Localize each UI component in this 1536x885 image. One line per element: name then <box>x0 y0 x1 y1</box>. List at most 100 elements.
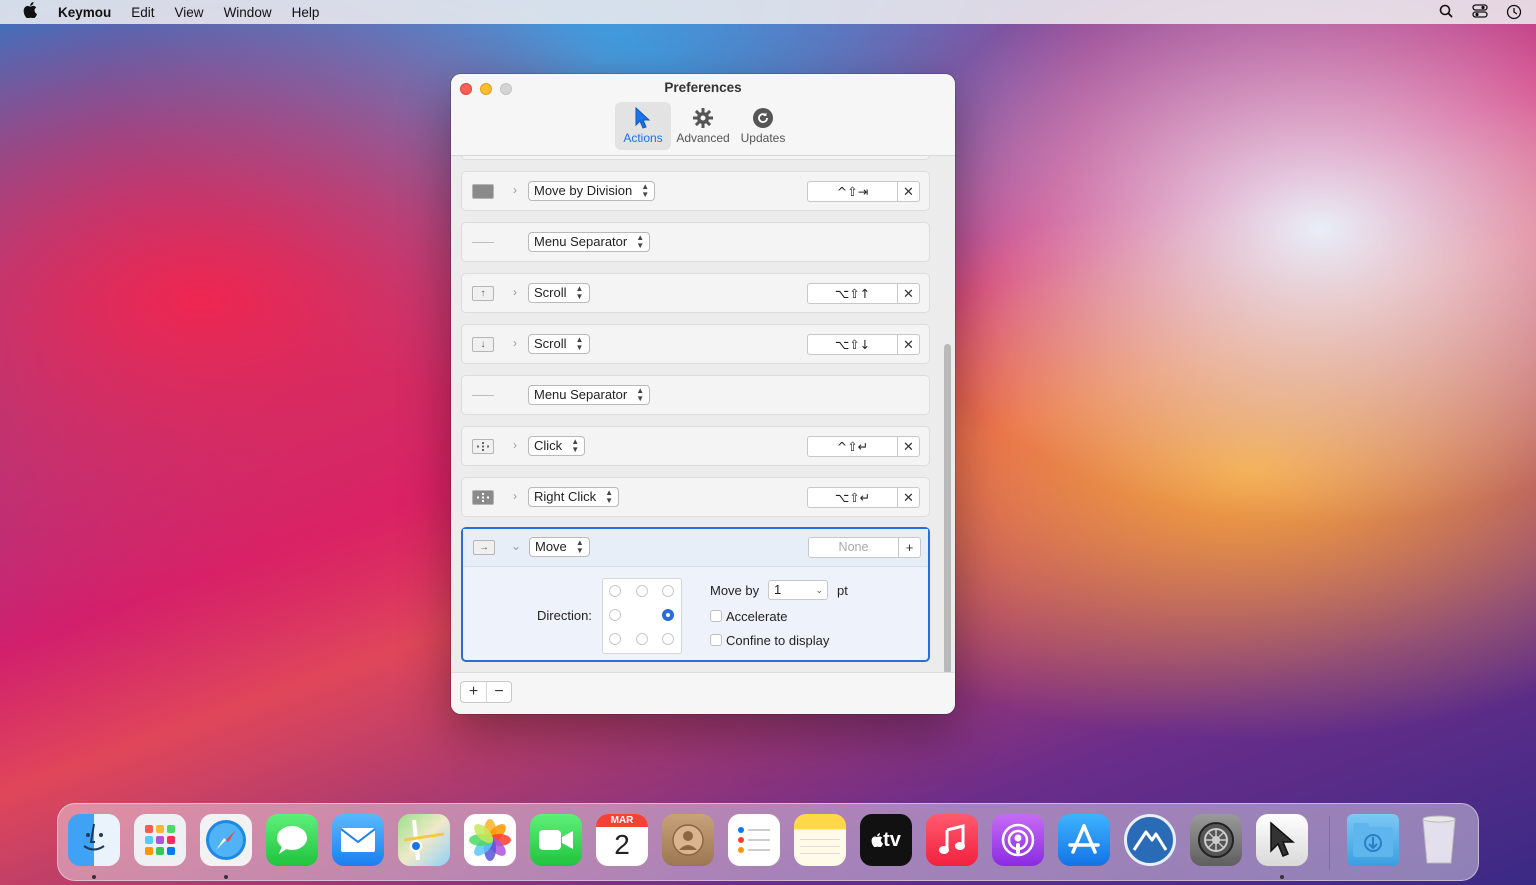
accelerate-checkbox[interactable] <box>710 610 722 622</box>
menu-view[interactable]: View <box>175 5 204 20</box>
list-item[interactable]: › Move by Division ▲ ▼ ^⇧⇥ ✕ <box>461 171 930 211</box>
chevron-down-icon[interactable]: ⌄ <box>511 539 521 553</box>
list-item[interactable]: Menu Separator ▲ ▼ <box>461 222 930 262</box>
tab-updates-label: Updates <box>740 131 786 145</box>
action-popup[interactable]: Right Click ▲ ▼ <box>528 487 620 507</box>
window-bottom-bar: + − <box>451 672 955 714</box>
menu-help[interactable]: Help <box>292 5 320 20</box>
direction-radio-up[interactable] <box>636 585 648 597</box>
window-title: Preferences <box>664 80 742 95</box>
clear-shortcut-button[interactable]: ✕ <box>898 487 920 508</box>
contacts-icon[interactable] <box>662 814 714 866</box>
action-popup[interactable]: Click ▲ ▼ <box>528 436 586 456</box>
launchpad-icon[interactable] <box>134 814 186 866</box>
chevron-right-icon[interactable]: › <box>510 183 520 197</box>
facetime-icon[interactable] <box>530 814 582 866</box>
right-click-icon <box>472 490 494 505</box>
gear-icon <box>692 107 714 129</box>
music-icon[interactable] <box>926 814 978 866</box>
trash-icon[interactable] <box>1413 814 1465 866</box>
podcasts-icon[interactable] <box>992 814 1044 866</box>
chevron-right-icon[interactable]: › <box>510 285 520 299</box>
keymou-icon[interactable] <box>1256 814 1308 866</box>
chevron-right-icon[interactable]: › <box>510 489 520 503</box>
unit-label: pt <box>837 583 848 598</box>
running-indicator <box>92 875 96 879</box>
list-item[interactable]: ↓ › Scroll ▲ ▼ ⌥⇧↓ ✕ <box>461 324 930 364</box>
list-item <box>461 156 930 160</box>
direction-radio-down-left[interactable] <box>609 633 621 645</box>
shortcut-field[interactable]: ⌥⇧↑ <box>807 283 898 304</box>
action-popup[interactable]: Menu Separator ▲ ▼ <box>528 232 651 252</box>
direction-radio-up-left[interactable] <box>609 585 621 597</box>
direction-radio-up-right[interactable] <box>662 585 674 597</box>
list-item[interactable]: › Right Click ▲ ▼ ⌥⇧↵ ✕ <box>461 477 930 517</box>
chevron-right-icon[interactable]: › <box>510 336 520 350</box>
tab-advanced-label: Advanced <box>676 131 730 145</box>
dock: MAR 2 tv <box>57 803 1479 881</box>
tab-advanced[interactable]: Advanced <box>675 102 731 150</box>
control-center-icon[interactable] <box>1472 4 1488 20</box>
division-icon <box>472 184 494 199</box>
preferences-toolbar: Actions Advanced Updates <box>451 102 955 150</box>
action-popup[interactable]: Scroll ▲ ▼ <box>528 283 590 303</box>
arrow-right-icon: → <box>473 540 495 555</box>
move-by-combo[interactable]: 1 ⌄ <box>768 580 828 600</box>
action-popup[interactable]: Scroll ▲ ▼ <box>528 334 590 354</box>
arrow-up-icon: ↑ <box>472 286 494 301</box>
direction-radio-down[interactable] <box>636 633 648 645</box>
row-header: → ⌄ Move ▲ ▼ None + <box>463 529 928 567</box>
clear-shortcut-button[interactable]: ✕ <box>898 436 920 457</box>
notes-icon[interactable] <box>794 814 846 866</box>
clear-shortcut-button[interactable]: ✕ <box>898 283 920 304</box>
add-action-button[interactable]: + <box>461 682 486 702</box>
refresh-icon <box>752 107 774 129</box>
tab-updates[interactable]: Updates <box>735 102 791 150</box>
actions-list[interactable]: › Move by Division ▲ ▼ ^⇧⇥ ✕ Menu Separato… <box>451 156 955 672</box>
list-item-move-expanded[interactable]: → ⌄ Move ▲ ▼ None + Direction: Move by 1 ⌄ … <box>461 527 930 662</box>
safari-icon[interactable] <box>200 814 252 866</box>
tv-icon[interactable]: tv <box>860 814 912 866</box>
app-menu[interactable]: Keymou <box>58 5 111 20</box>
tab-actions[interactable]: Actions <box>615 102 671 150</box>
shortcut-field[interactable]: ⌥⇧↓ <box>807 334 898 355</box>
menu-edit[interactable]: Edit <box>131 5 154 20</box>
arrow-down-icon: ↓ <box>472 337 494 352</box>
messages-icon[interactable] <box>266 814 318 866</box>
chevron-right-icon[interactable]: › <box>510 438 520 452</box>
direction-radio-down-right[interactable] <box>662 633 674 645</box>
clear-shortcut-button[interactable]: ✕ <box>898 334 920 355</box>
downloads-folder-icon[interactable] <box>1347 814 1399 866</box>
remove-action-button[interactable]: − <box>486 682 511 702</box>
search-icon[interactable] <box>1438 4 1454 20</box>
action-popup[interactable]: Menu Separator ▲ ▼ <box>528 385 651 405</box>
direction-radio-right[interactable] <box>662 609 674 621</box>
photos-icon[interactable] <box>464 814 516 866</box>
vertical-scrollbar[interactable] <box>944 344 951 672</box>
shortcut-field[interactable]: ^⇧↵ <box>807 436 898 457</box>
confine-checkbox[interactable] <box>710 634 722 646</box>
shortcut-field[interactable]: ^⇧⇥ <box>807 181 898 202</box>
list-item[interactable]: ↑ › Scroll ▲ ▼ ⌥⇧↑ ✕ <box>461 273 930 313</box>
list-item[interactable]: Menu Separator ▲ ▼ <box>461 375 930 415</box>
calendar-icon[interactable]: MAR 2 <box>596 814 648 866</box>
shortcut-field[interactable]: ⌥⇧↵ <box>807 487 898 508</box>
app-store-icon[interactable] <box>1058 814 1110 866</box>
menu-window[interactable]: Window <box>224 5 272 20</box>
shortcut-field[interactable]: None <box>808 537 899 558</box>
list-item[interactable]: › Click ▲ ▼ ^⇧↵ ✕ <box>461 426 930 466</box>
direction-radio-left[interactable] <box>609 609 621 621</box>
reminders-icon[interactable] <box>728 814 780 866</box>
add-shortcut-button[interactable]: + <box>899 537 921 558</box>
action-popup[interactable]: Move ▲ ▼ <box>529 537 590 557</box>
add-remove-control: + − <box>460 681 512 703</box>
clock-icon[interactable] <box>1506 4 1522 20</box>
clear-shortcut-button[interactable]: ✕ <box>898 181 920 202</box>
altair-icon[interactable] <box>1124 814 1176 866</box>
finder-icon[interactable] <box>68 814 120 866</box>
maps-icon[interactable] <box>398 814 450 866</box>
apple-menu-icon[interactable] <box>14 1 46 23</box>
action-popup[interactable]: Move by Division ▲ ▼ <box>528 181 656 201</box>
mail-icon[interactable] <box>332 814 384 866</box>
system-preferences-icon[interactable] <box>1190 814 1242 866</box>
